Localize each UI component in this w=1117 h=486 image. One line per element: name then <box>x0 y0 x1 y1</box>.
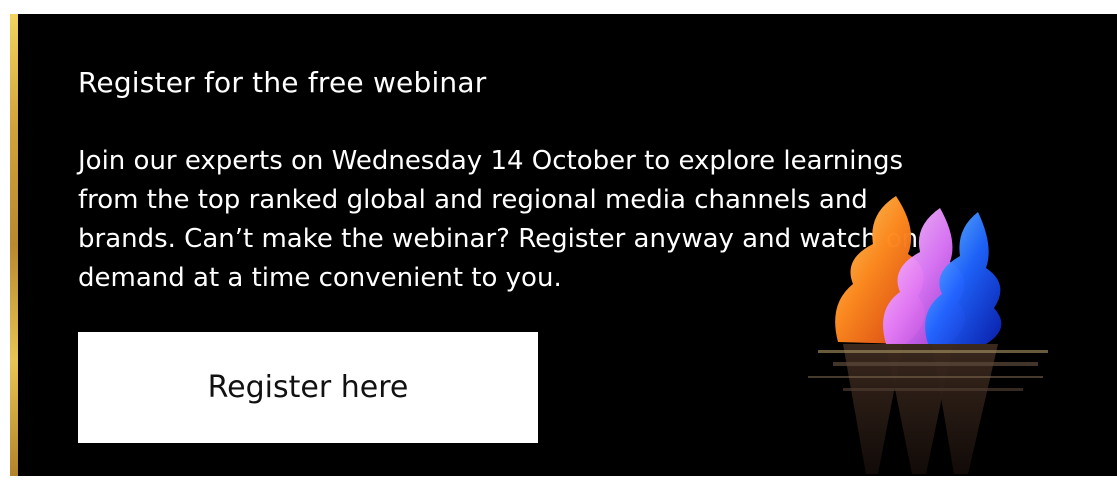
page-frame: Register for the free webinar Join our e… <box>0 0 1117 486</box>
register-here-button[interactable]: Register here <box>78 332 538 443</box>
ice-cream-cones-icon <box>808 196 1048 474</box>
gold-edge-accent <box>10 14 18 476</box>
webinar-banner: Register for the free webinar Join our e… <box>10 14 1117 476</box>
banner-title: Register for the free webinar <box>78 66 487 99</box>
